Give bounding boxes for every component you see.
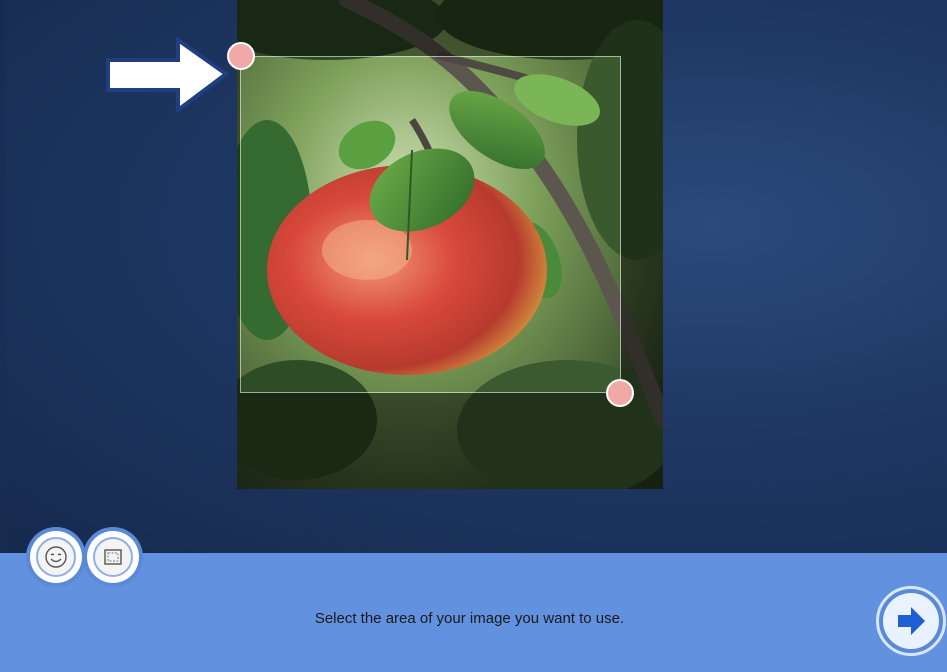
crop-selection[interactable] (240, 56, 621, 393)
face-tool-button[interactable] (30, 531, 82, 583)
crop-handle-bottom-right[interactable] (606, 379, 634, 407)
hint-arrow-icon (106, 36, 230, 114)
arrow-right-icon (898, 607, 925, 635)
smiley-face-icon (45, 546, 67, 568)
next-button[interactable] (876, 586, 946, 656)
crop-mask-bottom (237, 393, 663, 489)
crop-mask-right (621, 56, 663, 393)
crop-tool-button[interactable] (87, 531, 139, 583)
instruction-text: Select the area of your image you want t… (314, 610, 625, 627)
crop-mask-top (237, 0, 663, 56)
crop-frame-icon (104, 549, 122, 565)
